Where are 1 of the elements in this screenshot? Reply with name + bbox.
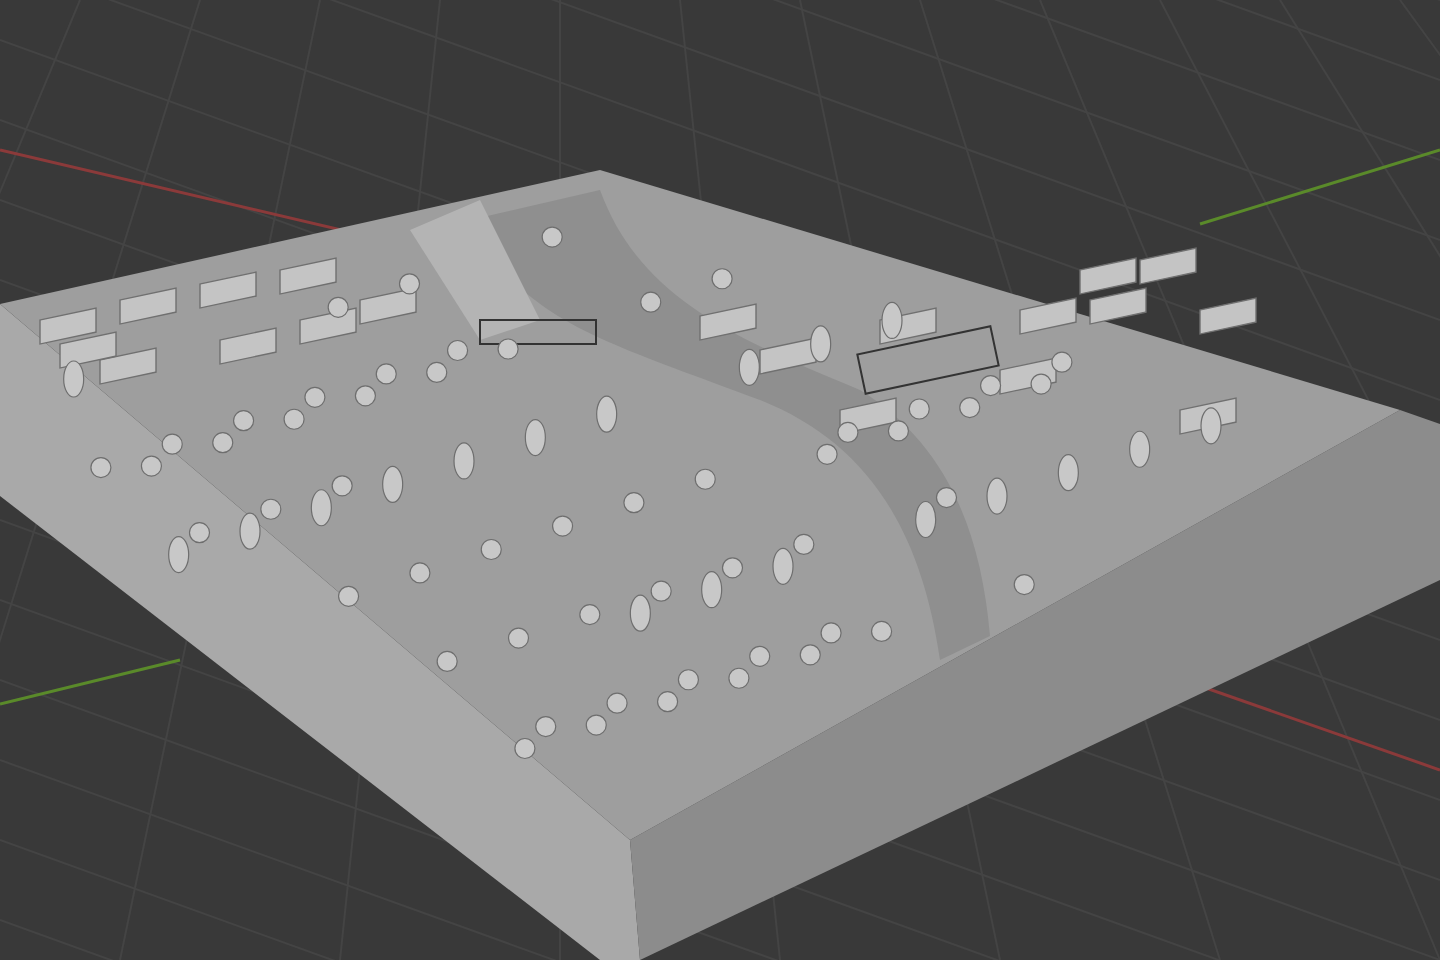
viewport[interactable]: [0, 0, 1440, 960]
